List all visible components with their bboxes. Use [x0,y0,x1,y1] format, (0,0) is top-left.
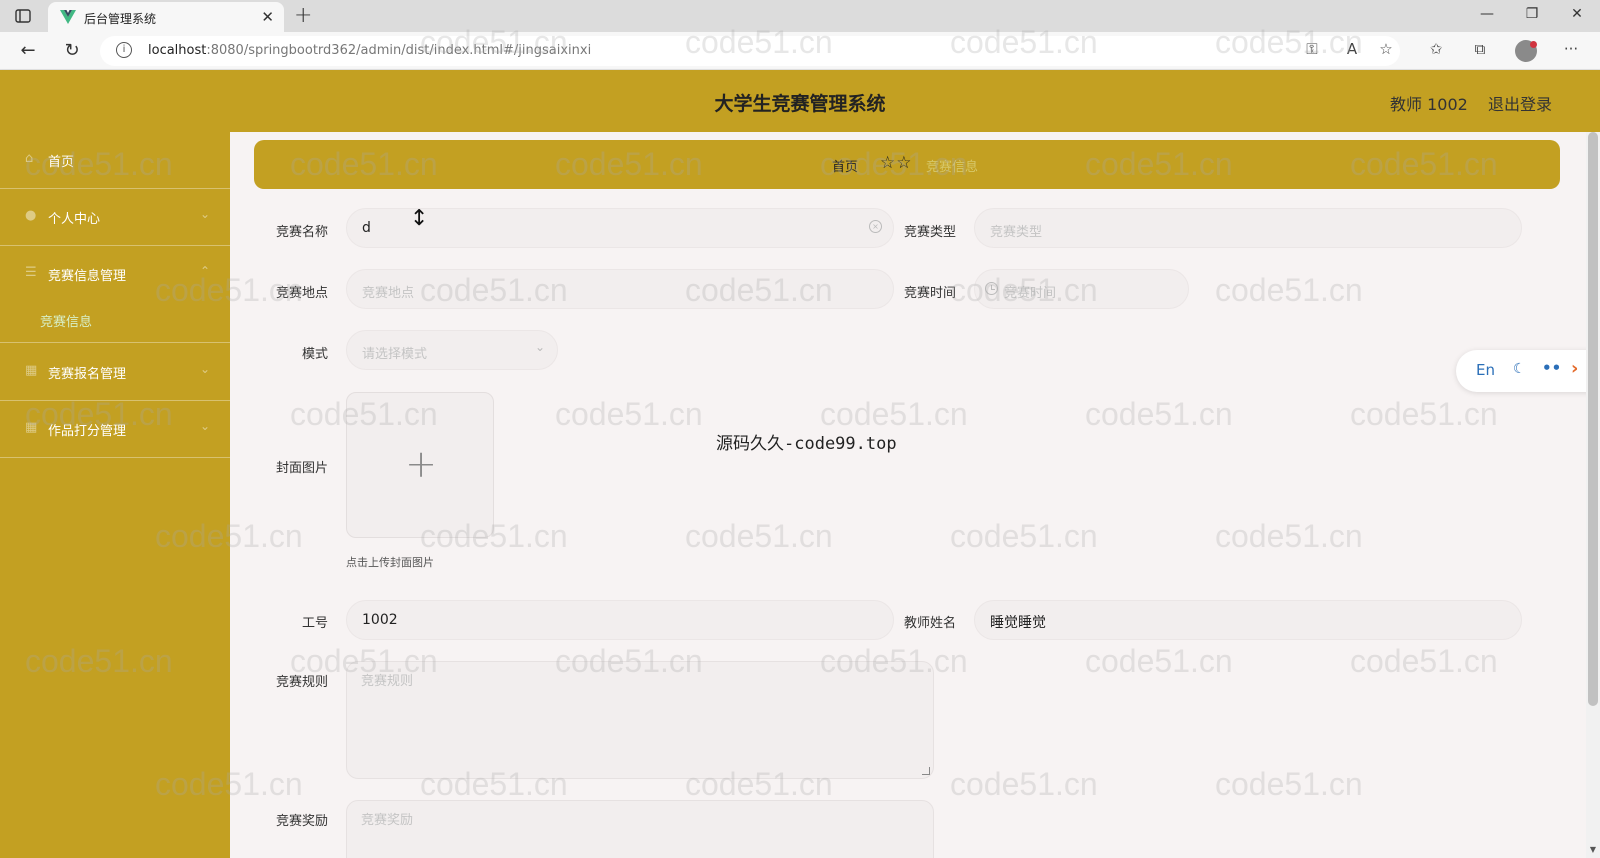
sidebar-item-registration[interactable]: ▦ 竞赛报名管理 ⌄ [0,344,230,401]
sidebar-item-label: 竞赛报名管理 [48,367,127,382]
teacher-name-input[interactable]: 睡觉睡觉 [974,600,1522,640]
chevron-down-icon: ⌄ [199,419,210,433]
sidebar: ⌂ 首页 ● 个人中心 ⌄ ☰ 竞赛信息管理 ⌃ 竞赛信息 ▦ 竞赛报名管理 ⌄… [0,132,230,858]
clock-icon [985,282,998,295]
favorites-icon[interactable]: ✩ [1425,40,1447,58]
url-input[interactable]: i localhost:8080/springbootrd362/admin/d… [100,36,1400,66]
sidebar-item-label: 个人中心 [48,212,101,227]
teacher-name-label: 教师姓名 [903,616,956,631]
add-favorite-icon[interactable]: ☆ [1375,40,1397,58]
scrollbar[interactable]: ▼ [1586,132,1600,858]
competition-time-placeholder: 竞赛时间 [1004,286,1057,301]
sidebar-item-label: 首页 [48,155,75,170]
chevron-up-icon: ⌃ [199,264,210,278]
new-tab-icon[interactable]: + [294,3,312,28]
rules-placeholder: 竞赛规则 [361,674,414,689]
competition-time-label: 竞赛时间 [903,286,956,301]
main-content: 首页 ☆☆ 竞赛信息 竞赛名称 d × 竞赛类型 竞赛类型 竞赛地点 竞赛地点 … [230,132,1586,858]
job-number-value: 1002 [362,612,398,628]
reward-label: 竞赛奖励 [275,814,328,829]
breadcrumb: 首页 ☆☆ 竞赛信息 [254,140,1560,189]
collections-icon[interactable]: ⧉ [1469,40,1491,58]
sidebar-item-label: 竞赛信息管理 [48,269,127,284]
app-header: 大学生竞赛管理系统 教师 1002 退出登录 [0,70,1600,132]
home-icon: ⌂ [25,151,34,166]
reward-textarea[interactable]: 竞赛奖励 [346,800,934,858]
current-user: 教师 1002 [1390,95,1468,114]
resize-handle-icon[interactable] [922,767,930,775]
form-icon: ▦ [25,363,38,378]
cover-image-label: 封面图片 [275,461,328,476]
job-number-input[interactable]: 1002 [346,600,894,640]
more-dots-icon[interactable]: •• [1542,359,1561,377]
list-icon: ☰ [25,265,37,280]
tab-actions-icon[interactable] [14,7,32,25]
mode-placeholder: 请选择模式 [362,347,428,362]
upload-tip: 点击上传封面图片 [346,556,434,569]
minimize-icon[interactable]: — [1477,6,1497,22]
tab-close-icon[interactable]: ✕ [261,8,274,26]
floating-toolbar: En ☾ •• › [1456,350,1600,392]
scroll-thumb[interactable] [1588,132,1598,706]
language-toggle[interactable]: En [1476,361,1495,379]
competition-location-input[interactable]: 竞赛地点 [346,269,894,309]
sidebar-item-label: 作品打分管理 [48,424,127,439]
resize-cursor-icon: ↕ [410,206,429,231]
sidebar-item-profile[interactable]: ● 个人中心 ⌄ [0,189,230,246]
reward-placeholder: 竞赛奖励 [361,813,414,828]
scroll-down-icon[interactable]: ▼ [1588,845,1598,854]
source-watermark-text: 源码久久-code99.top [716,434,897,454]
breadcrumb-home[interactable]: 首页 [832,156,858,175]
back-icon[interactable]: ← [17,40,39,61]
more-icon[interactable]: ··· [1560,40,1582,58]
vue-logo-icon [60,10,76,24]
browser-tab-bar: 后台管理系统 ✕ + — ❐ ✕ [0,0,1600,32]
competition-type-label: 竞赛类型 [903,225,956,240]
logout-button[interactable]: 退出登录 [1488,91,1552,115]
reload-icon[interactable]: ↻ [61,40,83,61]
competition-location-label: 竞赛地点 [275,286,328,301]
cover-image-upload[interactable]: + [346,392,494,538]
sidebar-item-competition-info[interactable]: ☰ 竞赛信息管理 ⌃ [0,246,230,303]
competition-name-label: 竞赛名称 [275,225,328,240]
read-aloud-icon[interactable]: A [1341,40,1363,58]
key-icon[interactable]: ⚿ [1301,40,1323,58]
sidebar-subitem-label: 竞赛信息 [40,315,93,330]
restore-icon[interactable]: ❐ [1522,6,1542,22]
chevron-down-icon: ⌄ [199,362,210,376]
window-close-icon[interactable]: ✕ [1567,6,1587,22]
app-title: 大学生竞赛管理系统 [714,93,886,115]
rules-textarea[interactable]: 竞赛规则 [346,661,934,779]
sidebar-item-home[interactable]: ⌂ 首页 [0,132,230,189]
sidebar-item-grading[interactable]: ▦ 作品打分管理 ⌄ [0,401,230,458]
url-text: localhost:8080/springbootrd362/admin/dis… [148,43,592,58]
teacher-name-value: 睡觉睡觉 [990,615,1046,631]
competition-time-picker[interactable]: 竞赛时间 [974,269,1189,309]
address-bar: ← ↻ i localhost:8080/springbootrd362/adm… [0,32,1600,70]
grade-icon: ▦ [25,420,38,435]
mode-select[interactable]: 请选择模式 ⌄ [346,330,558,370]
competition-type-placeholder: 竞赛类型 [990,225,1043,240]
competition-type-input[interactable]: 竞赛类型 [974,208,1522,248]
job-number-label: 工号 [301,616,328,631]
rules-label: 竞赛规则 [275,675,328,690]
mode-label: 模式 [301,347,328,362]
chevron-down-icon: ⌄ [534,340,545,354]
plus-icon: + [405,442,437,486]
tab-title: 后台管理系统 [84,12,157,26]
user-icon: ● [25,208,37,223]
breadcrumb-current: 竞赛信息 [926,160,979,175]
notification-dot [1530,41,1537,48]
browser-tab[interactable]: 后台管理系统 ✕ [48,2,284,32]
sidebar-subitem-competition-info[interactable]: 竞赛信息 [0,303,230,343]
chevron-right-icon[interactable]: › [1571,358,1578,379]
site-info-icon[interactable]: i [116,42,132,58]
star-separator-icon: ☆☆ [880,153,913,173]
dark-mode-icon[interactable]: ☾ [1513,361,1526,377]
competition-name-value: d [362,220,371,236]
competition-location-placeholder: 竞赛地点 [362,286,415,301]
chevron-down-icon: ⌄ [199,207,210,221]
